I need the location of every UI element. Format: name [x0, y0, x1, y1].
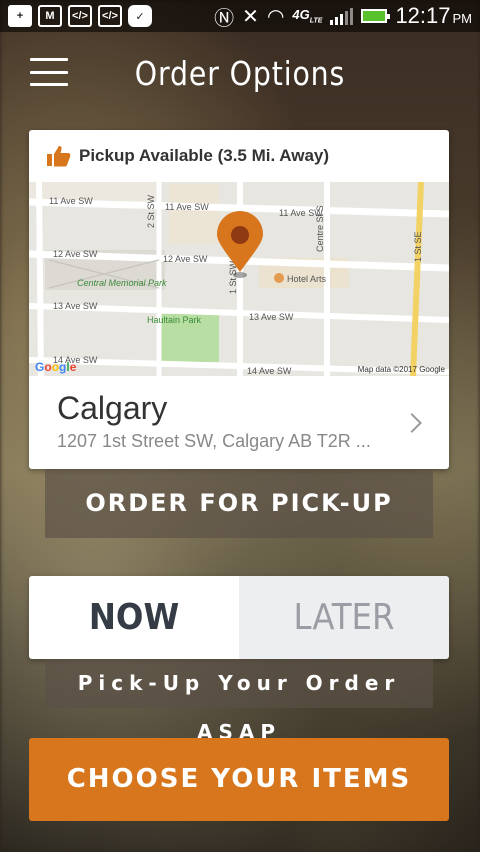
map-label-street: 2 St SW — [146, 194, 156, 228]
page-title: Order Options — [134, 54, 346, 93]
tab-later[interactable]: LATER — [239, 576, 449, 659]
map-label-street: 14 Ave SW — [247, 366, 292, 376]
location-address: 1207 1st Street SW, Calgary AB T2R ... — [57, 431, 371, 451]
map-label-street: 1 St SE — [413, 231, 423, 262]
map-label-street: 11 Ave SW — [49, 196, 93, 206]
pickup-availability-header: Pickup Available (3.5 Mi. Away) — [29, 130, 449, 182]
gmail-icon: M — [38, 5, 62, 27]
hotel-icon — [274, 273, 284, 283]
asap-caption: Pick-Up Your Order ASAP — [45, 659, 433, 744]
location-city: Calgary — [57, 390, 168, 426]
clock: 12:17 PM — [395, 3, 472, 28]
thumbs-up-icon — [47, 146, 71, 167]
battery-icon — [361, 9, 391, 23]
location-map[interactable]: 11 Ave SW 11 Ave SW 11 Ave SW 12 Ave SW … — [29, 181, 449, 377]
network-type: 4GLTE — [292, 7, 323, 25]
map-label-street: 11 Ave SW — [165, 202, 209, 212]
wifi-icon: ◠ — [266, 5, 285, 28]
code-icon: </> — [68, 5, 92, 27]
status-bar: + M </> </> ✓ Ⓝ ✕ ◠ 4GLTE 12:17 PM — [0, 0, 480, 32]
pickup-availability-text: Pickup Available (3.5 Mi. Away) — [79, 146, 330, 165]
check-icon: ✓ — [128, 5, 152, 27]
tab-now[interactable]: NOW — [29, 576, 239, 659]
map-label-place: Hotel Arts — [287, 274, 327, 284]
app-header: Order Options — [0, 32, 480, 114]
map-label-street: 13 Ave SW — [53, 301, 98, 311]
mute-icon: ✕ — [242, 5, 259, 28]
map-credit: Map data ©2017 Google — [357, 365, 445, 374]
map-label-street: 12 Ave SW — [53, 249, 98, 259]
pickup-location-card: Pickup Available (3.5 Mi. Away) 11 Ave S… — [29, 130, 449, 469]
map-label-place: Haultain Park — [147, 315, 202, 325]
map-label-place: Central Memorial Park — [77, 278, 167, 288]
nfc-icon: Ⓝ — [214, 7, 235, 30]
choose-your-items-button[interactable]: CHOOSE YOUR ITEMS — [29, 738, 449, 821]
order-for-pickup-button[interactable]: ORDER FOR PICK-UP — [45, 469, 433, 538]
map-label-street: 13 Ave SW — [249, 312, 294, 322]
map-label-street: Centre St S — [315, 205, 325, 252]
add-notification-icon: + — [8, 5, 32, 27]
code-icon-2: </> — [98, 5, 122, 27]
map-label-street: 12 Ave SW — [163, 254, 208, 264]
location-row[interactable]: Calgary 1207 1st Street SW, Calgary AB T… — [29, 376, 449, 469]
signal-icon — [330, 7, 354, 25]
timing-toggle: NOW LATER — [29, 576, 449, 659]
google-logo: Google — [35, 360, 77, 374]
